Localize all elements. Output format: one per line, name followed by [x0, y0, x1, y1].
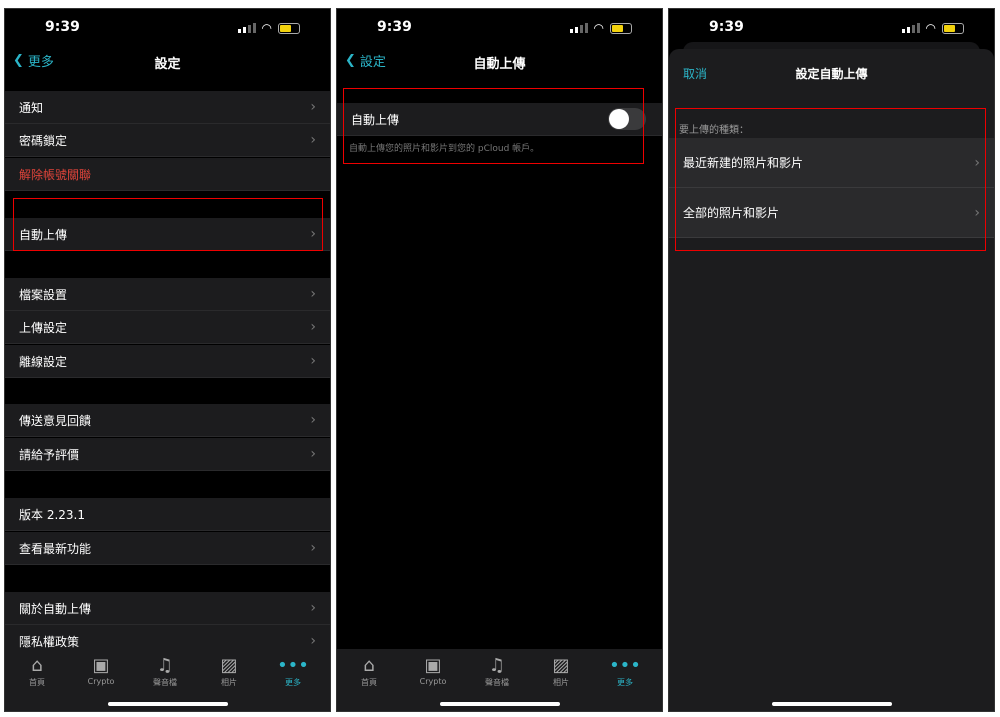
row-label: 查看最新功能 [19, 541, 92, 556]
tab-label: 相片 [553, 678, 569, 687]
settings-row[interactable]: 離線設定 › [5, 345, 330, 378]
home-indicator [772, 702, 892, 706]
row-label: 關於自動上傳 [19, 601, 92, 616]
tab-1[interactable]: ▣ Crypto [403, 655, 463, 686]
tab-3[interactable]: ▨ 相片 [199, 655, 259, 688]
chevron-right-icon: › [310, 132, 316, 148]
photo-icon: ▨ [552, 655, 570, 676]
home-indicator [440, 702, 560, 706]
chevron-right-icon: › [310, 99, 316, 115]
more-icon: ••• [277, 655, 309, 676]
chevron-right-icon: › [310, 446, 316, 462]
time: 9:39 [377, 19, 412, 35]
chevron-right-icon: › [310, 319, 316, 335]
tab-3[interactable]: ▨ 相片 [531, 655, 591, 688]
row-label: 解除帳號關聯 [19, 167, 92, 182]
status-bar: 9:39 ◠ [337, 9, 662, 45]
chevron-right-icon: › [310, 600, 316, 616]
settings-row[interactable]: 上傳設定 › [5, 311, 330, 344]
row-label: 上傳設定 [19, 320, 68, 335]
settings-row[interactable]: 解除帳號關聯 [5, 158, 330, 191]
tab-0[interactable]: ⌂ 首頁 [7, 655, 67, 688]
tab-label: 更多 [617, 678, 633, 687]
row-label: 通知 [19, 100, 44, 115]
page-title: 自動上傳 [473, 57, 526, 72]
annotation-box [13, 198, 323, 251]
tab-4[interactable]: ••• 更多 [595, 655, 655, 688]
settings-row[interactable]: 查看最新功能 › [5, 532, 330, 565]
wifi-icon: ◠ [593, 21, 604, 35]
status-icons: ◠ [901, 21, 964, 35]
row-label: 傳送意見回饋 [19, 413, 92, 428]
more-icon: ••• [609, 655, 641, 676]
tab-2[interactable]: ♫ 聲音檔 [135, 655, 195, 688]
row-label: 隱私權政策 [19, 634, 80, 649]
tab-0[interactable]: ⌂ 首頁 [339, 655, 399, 688]
status-icons: ◠ [237, 21, 300, 35]
status-bar: 9:39 ◠ [669, 9, 994, 45]
music-icon: ♫ [156, 655, 174, 676]
folder-lock-icon: ▣ [92, 655, 110, 676]
battery-charging-icon [942, 22, 964, 34]
settings-row: 版本 2.23.1 [5, 498, 330, 531]
annotation-box [343, 88, 644, 164]
tab-label: 聲音檔 [485, 678, 509, 687]
wifi-icon: ◠ [261, 21, 272, 35]
tab-4[interactable]: ••• 更多 [263, 655, 323, 688]
tab-label: 更多 [285, 678, 301, 687]
nav-bar: ❮ 設定 自動上傳 [337, 45, 662, 79]
signal-icon [901, 23, 920, 33]
battery-charging-icon [278, 22, 300, 34]
wifi-icon: ◠ [925, 21, 936, 35]
tab-label: 相片 [221, 678, 237, 687]
status-bar: 9:39 ◠ [5, 9, 330, 45]
settings-row[interactable]: 通知 › [5, 91, 330, 124]
page-title: 設定 [154, 57, 181, 72]
row-label: 密碼鎖定 [19, 133, 68, 148]
photo-icon: ▨ [220, 655, 238, 676]
settings-screen: 9:39 ◠ ❮ 更多 設定 通知 › 密碼鎖定 › 解除帳號關聯 自動上傳 › 檔案設置 › 上傳設… [4, 8, 331, 712]
annotation-box [675, 108, 986, 251]
settings-row[interactable]: 檔案設置 › [5, 278, 330, 311]
tab-label: Crypto [87, 677, 115, 686]
music-icon: ♫ [488, 655, 506, 676]
row-label: 檔案設置 [19, 287, 68, 302]
chevron-right-icon: › [310, 412, 316, 428]
chevron-right-icon: › [310, 286, 316, 302]
chevron-right-icon: › [310, 540, 316, 556]
time: 9:39 [45, 19, 80, 35]
home-indicator [108, 702, 228, 706]
signal-icon [237, 23, 256, 33]
tab-label: Crypto [419, 677, 447, 686]
settings-row[interactable]: 密碼鎖定 › [5, 124, 330, 157]
row-label: 離線設定 [19, 354, 68, 369]
status-icons: ◠ [569, 21, 632, 35]
tab-2[interactable]: ♫ 聲音檔 [467, 655, 527, 688]
chevron-right-icon: › [310, 633, 316, 649]
home-icon: ⌂ [363, 655, 375, 676]
battery-charging-icon [610, 22, 632, 34]
home-icon: ⌂ [31, 655, 43, 676]
settings-row[interactable]: 傳送意見回饋 › [5, 404, 330, 437]
signal-icon [569, 23, 588, 33]
row-label: 版本 2.23.1 [19, 507, 85, 522]
tab-1[interactable]: ▣ Crypto [71, 655, 131, 686]
chevron-right-icon: › [310, 353, 316, 369]
nav-bar: ❮ 更多 設定 [5, 45, 330, 79]
settings-row[interactable]: 請給予評價 › [5, 438, 330, 471]
settings-row[interactable]: 關於自動上傳 › [5, 592, 330, 625]
time: 9:39 [709, 19, 744, 35]
folder-lock-icon: ▣ [424, 655, 442, 676]
tab-label: 首頁 [29, 678, 45, 687]
row-label: 請給予評價 [19, 447, 80, 462]
tab-label: 首頁 [361, 678, 377, 687]
sheet-title: 設定自動上傳 [795, 67, 868, 81]
tab-label: 聲音檔 [153, 678, 177, 687]
